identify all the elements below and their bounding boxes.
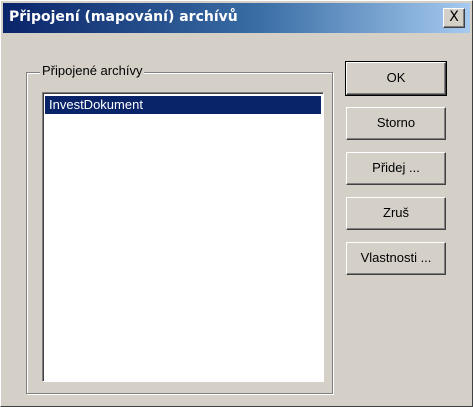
- dialog-window: Připojení (mapování) archívů X Připojené…: [0, 0, 473, 407]
- window-title: Připojení (mapování) archívů: [9, 9, 238, 25]
- cancel-button[interactable]: Storno: [346, 107, 446, 140]
- close-icon: X: [449, 9, 459, 25]
- ok-button[interactable]: OK: [345, 61, 447, 96]
- add-button[interactable]: Přidej ...: [346, 152, 446, 185]
- archives-listbox[interactable]: InvestDokument: [42, 92, 324, 382]
- title-bar[interactable]: Připojení (mapování) archívů X: [3, 3, 470, 33]
- attached-archives-label: Připojené archívy: [40, 63, 145, 78]
- remove-button[interactable]: Zruš: [346, 197, 446, 230]
- properties-button[interactable]: Vlastnosti ...: [346, 242, 446, 275]
- close-button[interactable]: X: [443, 8, 465, 28]
- list-item[interactable]: InvestDokument: [45, 96, 321, 114]
